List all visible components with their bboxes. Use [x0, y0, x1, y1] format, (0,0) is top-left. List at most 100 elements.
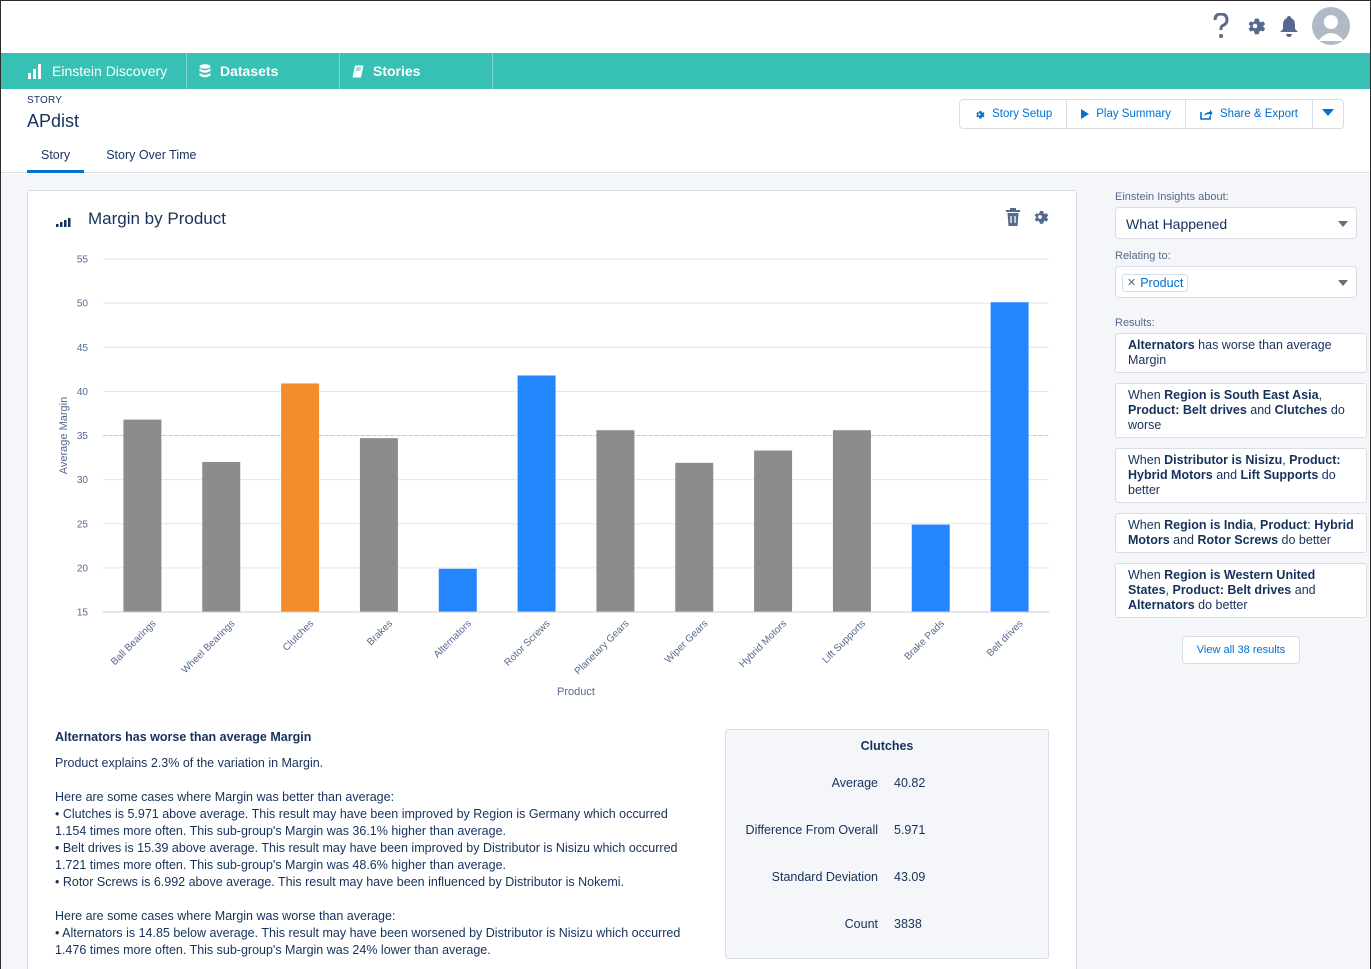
record-type-label: STORY: [27, 95, 63, 106]
book-icon: [352, 65, 364, 78]
share-export-label: Share & Export: [1220, 108, 1298, 120]
insight-line: 1.476 times more often. This sub-group's…: [55, 943, 491, 957]
bar: [832, 430, 871, 612]
insight-line: • Alternators is 14.85 below average. Th…: [55, 926, 681, 940]
view-all-results-button[interactable]: View all 38 results: [1182, 636, 1300, 664]
y-tick-label: 20: [77, 563, 89, 574]
y-tick-label: 55: [77, 255, 89, 266]
stats-value: 43.09: [894, 870, 926, 884]
bar: [911, 524, 950, 612]
x-tick-label: Belt drives: [985, 618, 1026, 659]
chevron-down-icon: [1338, 221, 1348, 227]
bell-icon[interactable]: [1278, 13, 1300, 39]
bar-chart-icon: [27, 63, 43, 79]
story-setup-label: Story Setup: [992, 108, 1053, 120]
bar: [675, 462, 714, 612]
remove-icon[interactable]: ✕: [1127, 276, 1136, 289]
stats-value: 40.82: [894, 776, 926, 790]
insight-line: • Belt drives is 15.39 above average. Th…: [55, 841, 678, 855]
app-navigation: Einstein Discovery Datasets Stories: [1, 53, 1370, 89]
header-actions: Story Setup Play Summary Share & Export: [959, 99, 1344, 129]
y-tick-label: 25: [77, 519, 89, 530]
bar: [990, 302, 1029, 612]
help-icon[interactable]: [1210, 13, 1232, 39]
bar: [517, 375, 556, 612]
app-name: Einstein Discovery: [52, 63, 168, 79]
share-export-button[interactable]: Share & Export: [1186, 100, 1313, 128]
x-tick-label: Lift Supports: [821, 618, 868, 665]
x-axis-label: Product: [557, 686, 595, 698]
bar: [281, 383, 320, 612]
card-tools: [1005, 208, 1049, 231]
stats-label: Standard Deviation: [771, 870, 878, 884]
relating-to-label: Relating to:: [1115, 250, 1171, 262]
insight-line: • Clutches is 5.971 above average. This …: [55, 807, 668, 821]
bar: [754, 450, 793, 612]
story-setup-button[interactable]: Story Setup: [960, 100, 1068, 128]
relating-to-select[interactable]: ✕ Product: [1115, 266, 1357, 298]
result-item[interactable]: When Region is Western United States, Pr…: [1115, 563, 1367, 618]
insight-worse-block: Here are some cases where Margin was wor…: [55, 908, 695, 959]
nav-item-datasets[interactable]: Datasets: [187, 53, 340, 89]
story-tabs: Story Story Over Time: [27, 145, 210, 173]
stats-label: Count: [844, 917, 878, 931]
card-title: Margin by Product: [88, 209, 226, 228]
product-pill[interactable]: ✕ Product: [1122, 273, 1189, 292]
insight-text: Alternators has worse than average Margi…: [55, 729, 695, 969]
avatar[interactable]: [1312, 7, 1350, 45]
x-tick-label: Rotor Screws: [502, 618, 552, 668]
insights-about-select[interactable]: What Happened: [1115, 207, 1357, 239]
share-icon: [1200, 108, 1213, 120]
insights-sidebar: Einstein Insights about: What Happened R…: [1115, 191, 1367, 664]
more-actions-button[interactable]: [1313, 100, 1343, 128]
gear-icon[interactable]: [1244, 13, 1266, 39]
tab-story[interactable]: Story: [27, 145, 85, 173]
nav-item-stories[interactable]: Stories: [340, 53, 493, 89]
bar: [202, 461, 241, 612]
result-item[interactable]: When Region is South East Asia, Product:…: [1115, 383, 1367, 438]
insight-better-block: Here are some cases where Margin was bet…: [55, 789, 695, 891]
insights-about-value: What Happened: [1126, 216, 1228, 232]
result-item[interactable]: Alternators has worse than average Margi…: [1115, 333, 1367, 373]
app-launcher[interactable]: Einstein Discovery: [1, 53, 187, 89]
pill-label: Product: [1140, 275, 1184, 290]
trash-icon[interactable]: [1005, 208, 1021, 231]
x-tick-label: Planetary Gears: [573, 618, 632, 677]
stats-value: 3838: [894, 917, 922, 931]
y-tick-label: 45: [77, 343, 89, 354]
insights-about-label: Einstein Insights about:: [1115, 191, 1229, 203]
x-tick-label: Ball Bearings: [109, 618, 158, 667]
results-label: Results:: [1115, 317, 1155, 329]
x-tick-label: Clutches: [281, 618, 316, 653]
x-tick-label: Brakes: [365, 618, 395, 648]
stats-title: Clutches: [860, 739, 914, 753]
global-actions: [1210, 7, 1350, 45]
bar: [123, 419, 162, 612]
insight-explains: Product explains 2.3% of the variation i…: [55, 756, 324, 770]
x-tick-label: Brake Pads: [903, 618, 947, 662]
gear-icon: [974, 109, 985, 120]
global-header: [1, 1, 1370, 53]
y-tick-label: 35: [77, 431, 89, 442]
result-item[interactable]: When Region is India, Product: Hybrid Mo…: [1115, 513, 1367, 553]
bar: [596, 430, 635, 612]
x-tick-label: Alternators: [432, 618, 474, 660]
gear-icon[interactable]: [1031, 208, 1049, 231]
x-tick-label: Wiper Gears: [663, 618, 710, 665]
tab-story-over-time[interactable]: Story Over Time: [106, 145, 210, 173]
play-summary-label: Play Summary: [1096, 108, 1172, 120]
y-tick-label: 30: [77, 475, 89, 486]
insight-worse-intro: Here are some cases where Margin was wor…: [55, 909, 396, 923]
nav-item-label: Stories: [373, 63, 421, 79]
insight-line: • Rotor Screws is 6.992 above average. T…: [55, 875, 625, 889]
result-item[interactable]: When Distributor is Nisizu, Product: Hyb…: [1115, 448, 1367, 503]
signal-icon: [56, 214, 72, 232]
insight-better-intro: Here are some cases where Margin was bet…: [55, 790, 395, 804]
bar-chart: 15 20 25 30 35 40 45 50 55 Ball Bearings Wheel Bea…: [58, 255, 1049, 698]
stats-label: Difference From Overall: [745, 823, 878, 837]
insight-line: 1.154 times more often. This sub-group's…: [55, 824, 507, 838]
play-summary-button[interactable]: Play Summary: [1067, 100, 1187, 128]
chevron-down-icon: [1338, 280, 1348, 286]
bar: [359, 438, 398, 612]
chevron-down-icon: [1322, 108, 1334, 120]
